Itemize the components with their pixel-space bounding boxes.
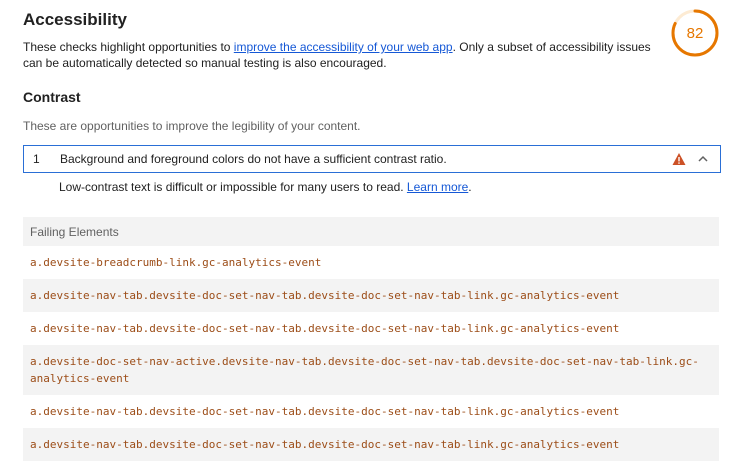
improve-accessibility-link[interactable]: improve the accessibility of your web ap… [234, 40, 453, 54]
accessibility-header: Accessibility These checks highlight opp… [23, 8, 673, 71]
table-row: a.devsite-nav-tab.devsite-doc-set-nav-ta… [23, 279, 719, 312]
chevron-up-icon[interactable] [696, 152, 710, 166]
audit-detail-end: . [468, 180, 472, 194]
table-row: a.devsite-breadcrumb-link.gc-analytics-e… [30, 256, 322, 269]
warning-triangle-icon [672, 153, 686, 165]
table-row: a.devsite-nav-tab.devsite-doc-set-nav-ta… [30, 322, 620, 335]
table-row: a.devsite-nav-tab.devsite-doc-set-nav-ta… [30, 405, 620, 418]
table-row: a.devsite-nav-tab.devsite-doc-set-nav-ta… [23, 428, 719, 461]
audit-title: Background and foreground colors do not … [60, 152, 447, 166]
contrast-audit-row[interactable]: 1 Background and foreground colors do no… [23, 145, 721, 173]
description-text-start: These checks highlight opportunities to [23, 40, 234, 54]
table-header: Failing Elements [23, 217, 719, 246]
table-row: a.devsite-doc-set-nav-active.devsite-nav… [23, 345, 719, 395]
score-gauge: 82 [670, 8, 720, 58]
audit-detail-text: Low-contrast text is difficult or imposs… [59, 180, 407, 194]
section-description: These are opportunities to improve the l… [23, 119, 361, 133]
section-title: Contrast [23, 89, 81, 105]
category-description: These checks highlight opportunities to … [23, 39, 673, 71]
audit-index: 1 [33, 152, 40, 166]
score-value: 82 [686, 24, 704, 42]
failing-elements-table: Failing Elements a.devsite-breadcrumb-li… [23, 217, 719, 461]
audit-detail: Low-contrast text is difficult or imposs… [59, 180, 472, 194]
learn-more-link[interactable]: Learn more [407, 180, 468, 194]
category-title: Accessibility [23, 10, 127, 29]
